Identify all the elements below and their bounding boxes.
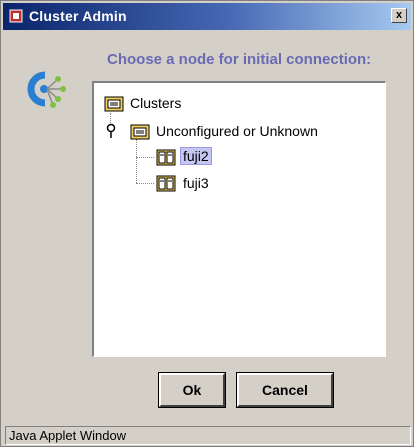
tree-node-fuji2[interactable]: fuji2 xyxy=(156,147,246,169)
folder-icon xyxy=(104,96,124,112)
expanded-node-handle-icon[interactable] xyxy=(105,123,117,139)
window-title: Cluster Admin xyxy=(29,8,127,24)
tree-connector xyxy=(136,139,137,183)
server-icon xyxy=(156,149,176,166)
cluster-admin-app-icon xyxy=(9,9,23,23)
tree-connector xyxy=(136,157,154,158)
tree-label-unconfigured-group: Unconfigured or Unknown xyxy=(156,123,318,139)
tree-node-clusters[interactable]: Clusters xyxy=(104,93,304,115)
server-icon xyxy=(156,175,176,192)
ok-button-label: Ok xyxy=(182,382,202,398)
close-icon: x xyxy=(395,9,403,21)
tree-connector xyxy=(136,183,154,184)
close-window-button[interactable]: x xyxy=(391,8,407,23)
title-bar[interactable]: Cluster Admin x xyxy=(3,3,411,30)
cancel-button-label: Cancel xyxy=(262,382,308,398)
dialog-heading: Choose a node for initial connection: xyxy=(107,51,372,68)
folder-icon xyxy=(130,124,150,140)
tree-node-fuji3[interactable]: fuji3 xyxy=(156,173,246,195)
cancel-button[interactable]: Cancel xyxy=(236,372,334,408)
node-tree-panel[interactable]: Clusters Unconfigured or Unknown fuji2 f… xyxy=(92,81,386,357)
tree-label-clusters: Clusters xyxy=(130,95,182,111)
tree-label-fuji2: fuji2 xyxy=(180,147,212,165)
ok-button[interactable]: Ok xyxy=(158,372,226,408)
cluster-network-icon xyxy=(27,71,66,108)
status-text: Java Applet Window xyxy=(9,428,127,443)
tree-node-unconfigured-group[interactable]: Unconfigured or Unknown xyxy=(130,121,380,143)
tree-label-fuji3: fuji3 xyxy=(183,175,209,191)
cluster-admin-window: Cluster Admin x Choose a node for initia… xyxy=(0,0,414,447)
applet-status-bar: Java Applet Window xyxy=(5,426,411,445)
